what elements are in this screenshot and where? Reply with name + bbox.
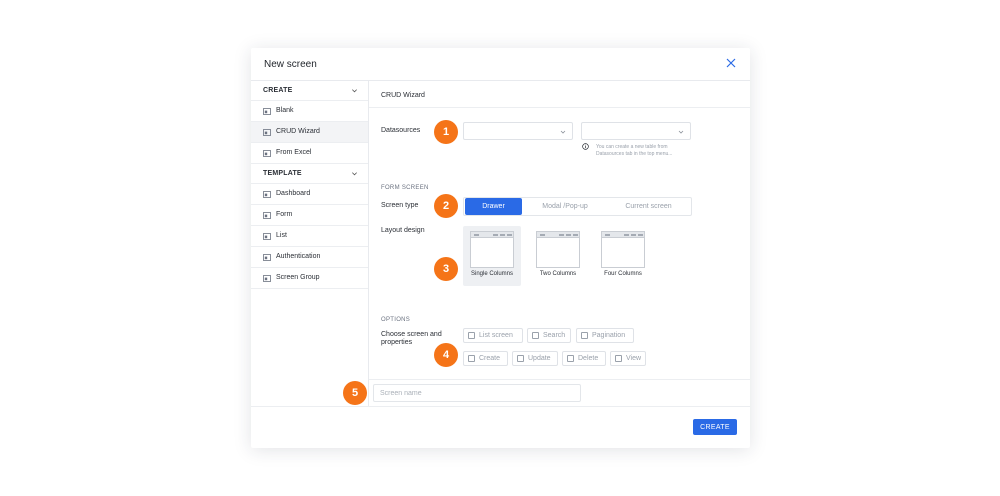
content-title: CRUD Wizard bbox=[381, 92, 425, 99]
layout-label: Single Columns bbox=[470, 271, 514, 277]
callout-badge-1: 1 bbox=[434, 120, 458, 144]
sidebar-item-screen-group[interactable]: Screen Group bbox=[251, 268, 368, 289]
screen-type-label: Screen type bbox=[381, 202, 419, 209]
datasources-label: Datasources bbox=[381, 127, 421, 134]
layout-thumbnail bbox=[536, 231, 580, 268]
datasource-select[interactable] bbox=[463, 122, 573, 140]
sidebar-item-label: Authentication bbox=[276, 253, 321, 260]
screen-icon bbox=[263, 129, 271, 136]
callout-badge-4: 4 bbox=[434, 343, 458, 367]
checkbox-pagination[interactable]: Pagination bbox=[576, 328, 634, 343]
checkbox-create[interactable]: Create bbox=[463, 351, 508, 366]
checkbox-label: Update bbox=[528, 355, 551, 362]
sidebar-item-from-excel[interactable]: From Excel bbox=[251, 143, 368, 164]
content-header: CRUD Wizard bbox=[369, 81, 750, 108]
screen-name-input[interactable] bbox=[373, 384, 581, 402]
choose-screen-label-2: properties bbox=[381, 339, 413, 346]
dialog-title: New screen bbox=[264, 59, 317, 70]
screen-type-modal[interactable]: Modal /Pop-up bbox=[526, 198, 604, 215]
layout-thumbnail bbox=[601, 231, 645, 268]
checkbox-box bbox=[567, 355, 574, 362]
layout-two-columns[interactable]: Two Columns bbox=[529, 226, 587, 286]
checkbox-label: Search bbox=[543, 332, 566, 339]
sidebar-section-template[interactable]: TEMPLATE bbox=[251, 164, 368, 184]
screen-icon bbox=[263, 212, 271, 219]
callout-badge-2: 2 bbox=[434, 194, 458, 218]
sidebar-item-form[interactable]: Form bbox=[251, 205, 368, 226]
sidebar-section-create[interactable]: CREATE bbox=[251, 81, 368, 101]
checkbox-label: Create bbox=[479, 355, 501, 362]
checkbox-label: Delete bbox=[578, 355, 599, 362]
options-divider bbox=[369, 379, 750, 380]
checkbox-search[interactable]: Search bbox=[527, 328, 571, 343]
checkbox-update[interactable]: Update bbox=[512, 351, 558, 366]
create-button[interactable]: CREATE bbox=[693, 419, 737, 435]
checkbox-list-screen[interactable]: List screen bbox=[463, 328, 523, 343]
screen-icon bbox=[263, 108, 271, 115]
callout-badge-5: 5 bbox=[343, 381, 367, 405]
layout-four-columns[interactable]: Four Columns bbox=[594, 226, 652, 286]
checkbox-label: Pagination bbox=[592, 332, 626, 339]
sidebar-item-crud-wizard[interactable]: CRUD Wizard bbox=[251, 122, 368, 143]
sidebar: CREATE Blank CRUD Wizard From Excel TEMP… bbox=[251, 81, 369, 407]
table-select[interactable] bbox=[581, 122, 691, 140]
chevron-down-icon bbox=[352, 172, 357, 176]
screen-icon bbox=[263, 150, 271, 157]
screen-icon bbox=[263, 275, 271, 282]
sidebar-item-label: From Excel bbox=[276, 149, 312, 156]
checkbox-box bbox=[468, 332, 475, 339]
layout-label: Four Columns bbox=[604, 271, 642, 277]
sidebar-item-label: Screen Group bbox=[276, 274, 320, 281]
layout-single-columns[interactable]: Single Columns bbox=[463, 226, 521, 286]
sidebar-item-blank[interactable]: Blank bbox=[251, 101, 368, 122]
sidebar-item-label: Form bbox=[276, 211, 293, 218]
checkbox-box bbox=[615, 355, 622, 362]
checkbox-box bbox=[517, 355, 524, 362]
sidebar-item-label: Blank bbox=[276, 107, 294, 114]
sidebar-item-label: Dashboard bbox=[276, 190, 311, 197]
screen-icon bbox=[263, 233, 271, 240]
checkbox-box bbox=[532, 332, 539, 339]
close-icon[interactable] bbox=[725, 57, 737, 69]
screen-type-drawer[interactable]: Drawer bbox=[465, 198, 522, 215]
sidebar-item-label: List bbox=[276, 232, 287, 239]
sidebar-section-label: CREATE bbox=[263, 87, 293, 94]
chevron-down-icon bbox=[560, 130, 566, 134]
screen-type-segmented: Drawer Modal /Pop-up Current screen bbox=[463, 197, 692, 216]
layout-design-label: Layout design bbox=[381, 227, 425, 234]
chevron-down-icon bbox=[678, 130, 684, 134]
checkbox-delete[interactable]: Delete bbox=[562, 351, 606, 366]
screen-icon bbox=[263, 191, 271, 198]
layout-thumbnail bbox=[470, 231, 514, 268]
footer-divider bbox=[251, 406, 750, 407]
sidebar-section-label: TEMPLATE bbox=[263, 170, 302, 177]
sidebar-item-authentication[interactable]: Authentication bbox=[251, 247, 368, 268]
datasource-hint-line1: You can create a new table from bbox=[596, 144, 668, 150]
dialog-header: New screen bbox=[251, 48, 750, 81]
screen-type-current[interactable]: Current screen bbox=[607, 198, 690, 215]
checkbox-label: View bbox=[626, 355, 642, 362]
info-icon bbox=[582, 143, 589, 150]
layout-label: Two Columns bbox=[539, 271, 577, 277]
chevron-down-icon bbox=[352, 89, 357, 93]
datasource-hint-line2: Datasources tab in the top menu... bbox=[596, 151, 673, 157]
sidebar-item-dashboard[interactable]: Dashboard bbox=[251, 184, 368, 205]
options-section-label: OPTIONS bbox=[381, 317, 411, 323]
checkbox-box bbox=[468, 355, 475, 362]
screen-icon bbox=[263, 254, 271, 261]
checkbox-view[interactable]: View bbox=[610, 351, 646, 366]
sidebar-item-list[interactable]: List bbox=[251, 226, 368, 247]
checkbox-label: List screen bbox=[479, 332, 513, 339]
sidebar-item-label: CRUD Wizard bbox=[276, 128, 320, 135]
callout-badge-3: 3 bbox=[434, 257, 458, 281]
form-screen-section-label: FORM SCREEN bbox=[381, 185, 429, 191]
checkbox-box bbox=[581, 332, 588, 339]
choose-screen-label: Choose screen and bbox=[381, 331, 442, 338]
